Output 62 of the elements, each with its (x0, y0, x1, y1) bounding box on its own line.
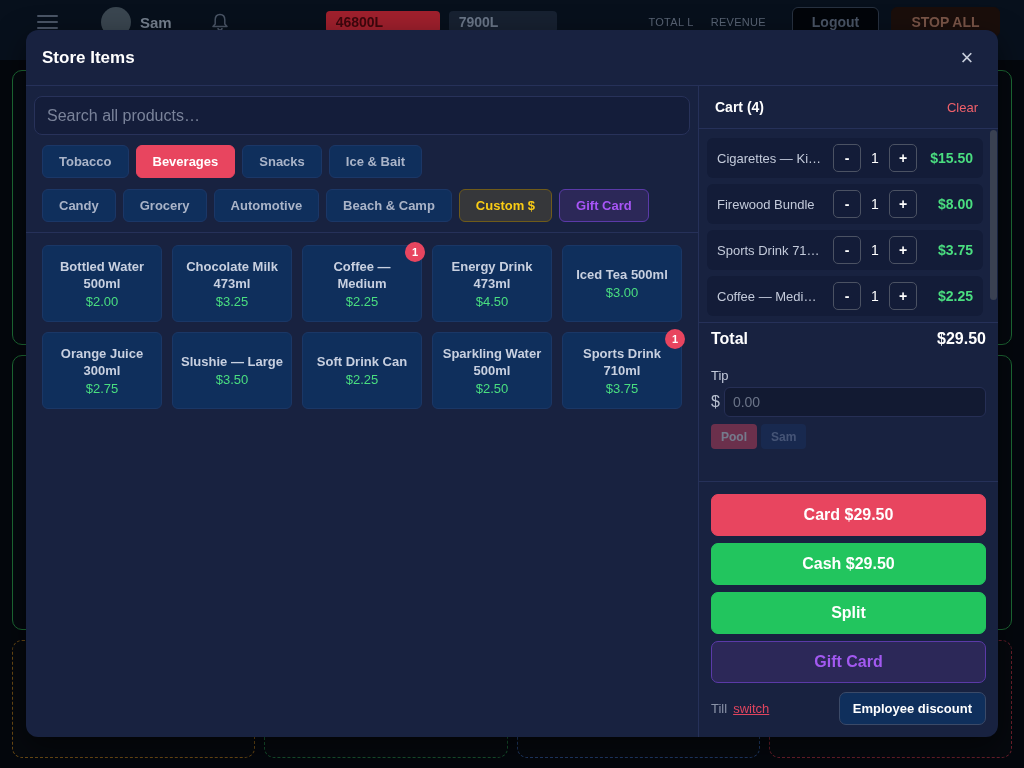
decrease-button[interactable]: - (833, 236, 861, 264)
item-price: $2.25 (936, 288, 973, 304)
item-quantity: 1 (870, 242, 880, 258)
stat-label: TOTAL L (648, 16, 694, 28)
category-tab[interactable]: Tobacco (42, 145, 129, 178)
category-tab[interactable]: Grocery (122, 189, 207, 222)
product-tile[interactable]: Iced Tea 500ml $3.00 (562, 245, 682, 322)
increase-button[interactable]: + (889, 144, 917, 172)
category-tab[interactable]: Automotive (213, 189, 320, 222)
till-label: Till (711, 701, 728, 716)
level-chip: 7900L (448, 11, 557, 33)
category-tab[interactable]: Snacks (242, 145, 322, 178)
category-tab[interactable]: Beach & Camp (326, 189, 452, 222)
decrease-button[interactable]: - (833, 190, 861, 218)
product-tile[interactable]: Energy Drink 473ml $4.50 (432, 245, 552, 322)
scrollbar[interactable] (990, 130, 997, 300)
increase-button[interactable]: + (889, 282, 917, 310)
item-quantity: 1 (870, 196, 880, 212)
custom-amount-button[interactable]: Custom $ (458, 189, 553, 222)
user-name: Sam (140, 13, 172, 31)
tip-label: Tip (711, 368, 729, 384)
level-chip: 46800L (325, 11, 440, 33)
item-name: Sports Drink 71… (717, 242, 821, 258)
count-badge: 1 (405, 242, 425, 262)
total-amount: $29.50 (937, 330, 986, 348)
search-field[interactable]: Search all products… (34, 96, 690, 135)
decrease-button[interactable]: - (833, 144, 861, 172)
item-price: $15.50 (929, 150, 973, 166)
product-tile[interactable]: Sports Drink 710ml $3.75 1 (562, 332, 682, 409)
item-name: Cigarettes — Ki… (717, 150, 823, 166)
category-tab[interactable]: Beverages (135, 145, 236, 178)
total-label: Total (711, 330, 749, 348)
product-tile[interactable]: Soft Drink Can $2.25 (302, 332, 422, 409)
product-tile[interactable]: Coffee — Medium $2.25 1 (302, 245, 422, 322)
count-badge: 1 (665, 329, 685, 349)
item-name: Firewood Bundle (717, 196, 816, 212)
item-price: $8.00 (936, 196, 973, 212)
close-button[interactable]: × (953, 43, 981, 72)
category-tab[interactable]: Ice & Bait (328, 145, 423, 178)
product-tile[interactable]: Sparkling Water 500ml $2.50 (432, 332, 552, 409)
product-tile[interactable]: Orange Juice 300ml $2.75 (42, 332, 162, 409)
clear-link[interactable]: Clear (946, 99, 978, 115)
dialog-title: Store Items (42, 47, 135, 68)
increase-button[interactable]: + (889, 236, 917, 264)
currency-sign: $ (711, 393, 720, 411)
product-tile[interactable]: Bottled Water 500ml $2.00 (42, 245, 162, 322)
increase-button[interactable]: + (889, 190, 917, 218)
item-price: $3.75 (936, 242, 973, 258)
card-payment-button[interactable]: Card $29.50 (711, 494, 986, 536)
cart-title: Cart (4) (715, 99, 764, 115)
decrease-button[interactable]: - (833, 282, 861, 310)
bell-icon[interactable] (211, 13, 228, 31)
item-quantity: 1 (870, 150, 880, 166)
item-name: Coffee — Medi… (717, 288, 818, 304)
product-tile[interactable]: Slushie — Large $3.50 (172, 332, 292, 409)
stat-label: REVENUE (710, 16, 766, 28)
employee-discount-button[interactable]: Employee discount (838, 692, 986, 725)
menu-icon[interactable] (37, 15, 58, 29)
switch-link[interactable]: switch (733, 701, 770, 716)
category-tab[interactable]: Candy (42, 189, 116, 222)
product-tile[interactable]: Chocolate Milk 473ml $3.25 (172, 245, 292, 322)
item-quantity: 1 (870, 288, 880, 304)
